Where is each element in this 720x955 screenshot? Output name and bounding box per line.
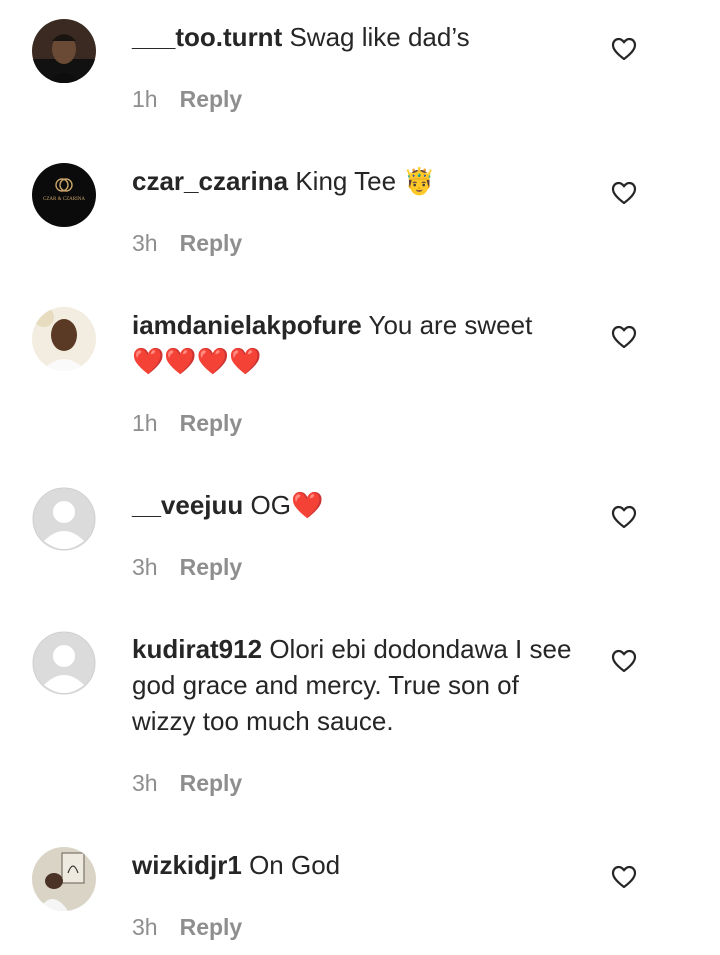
comment-timestamp: 3h (132, 554, 158, 580)
avatar[interactable]: CZAR & CZARINA (32, 163, 96, 227)
reply-button[interactable]: Reply (180, 770, 243, 796)
comment-text: You are sweet (368, 310, 533, 340)
comment-text: King Tee (295, 166, 397, 196)
reply-button[interactable]: Reply (180, 914, 243, 940)
avatar[interactable] (32, 847, 96, 911)
avatar[interactable] (32, 307, 96, 371)
comment-username[interactable]: ___too.turnt (132, 22, 282, 52)
comment-timestamp: 3h (132, 770, 158, 796)
red-hearts-emoji: ❤️❤️❤️❤️ (132, 347, 262, 377)
comment-timestamp: 3h (132, 230, 158, 256)
heart-outline-icon[interactable] (611, 325, 637, 349)
heart-outline-icon[interactable] (611, 181, 637, 205)
comment-username[interactable]: wizkidjr1 (132, 850, 242, 880)
prince-emoji: 🤴 (403, 167, 436, 197)
comment-timestamp: 1h (132, 86, 158, 112)
red-heart-emoji: ❤️ (290, 491, 324, 521)
heart-outline-icon[interactable] (611, 505, 637, 529)
comment-username[interactable]: czar_czarina (132, 166, 288, 196)
reply-button[interactable]: Reply (180, 554, 243, 580)
comment-text: OG (250, 490, 291, 520)
comment-text: Swag like dad’s (289, 22, 470, 52)
reply-button[interactable]: Reply (180, 230, 243, 256)
comment-username[interactable]: iamdanielakpofure (132, 310, 362, 340)
avatar[interactable] (32, 487, 96, 551)
avatar-logo-text: CZAR & CZARINA (43, 197, 85, 202)
heart-outline-icon[interactable] (611, 649, 637, 673)
comment-timestamp: 1h (132, 410, 158, 436)
heart-outline-icon[interactable] (611, 865, 637, 889)
comment-timestamp: 3h (132, 914, 158, 940)
comment-username[interactable]: __veejuu (132, 490, 243, 520)
avatar[interactable] (32, 631, 96, 695)
comment-text: On God (249, 850, 341, 880)
heart-outline-icon[interactable] (611, 37, 637, 61)
comment-username[interactable]: kudirat912 (132, 634, 262, 664)
avatar[interactable] (32, 19, 96, 83)
reply-button[interactable]: Reply (180, 410, 243, 436)
reply-button[interactable]: Reply (180, 86, 243, 112)
